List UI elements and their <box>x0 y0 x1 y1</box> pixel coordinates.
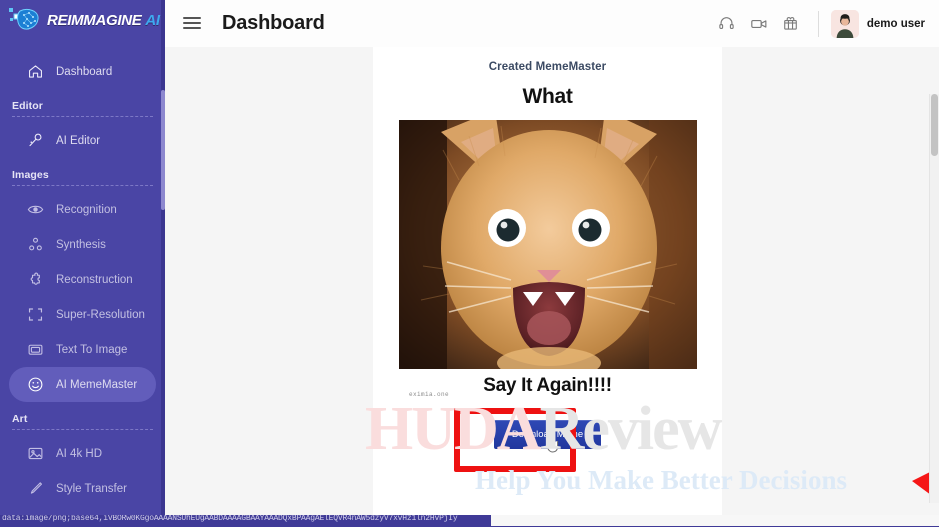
gift-shop-icon[interactable] <box>776 9 806 39</box>
sidebar-item-label: Super-Resolution <box>56 308 145 321</box>
sidebar-item-ai-4k-hd[interactable]: AI 4k HD <box>9 436 156 471</box>
meme-top-text: What <box>522 85 573 108</box>
sidebar-item-label: Recognition <box>56 203 117 216</box>
sidebar: REIMMAGINE AI Dashboard Editor AI Editor… <box>0 0 165 515</box>
sidebar-item-label: Synthesis <box>56 238 106 251</box>
puzzle-icon <box>30 272 40 285</box>
status-bar-filler <box>491 515 939 526</box>
sidebar-divider <box>12 429 153 430</box>
sidebar-nav: Dashboard Editor AI Editor Images Recogn… <box>0 40 165 506</box>
crop-frame-icon <box>28 308 43 321</box>
brain-network-icon <box>8 5 42 35</box>
top-header: Dashboard demo user <box>165 0 939 48</box>
video-camera-icon[interactable] <box>744 9 774 39</box>
sidebar-item-style-transfer[interactable]: Style Transfer <box>9 471 156 506</box>
image-stack-icon <box>28 344 43 355</box>
page-title: Dashboard <box>222 12 325 34</box>
sidebar-item-label: Dashboard <box>56 65 113 78</box>
sidebar-item-super-resolution[interactable]: Super-Resolution <box>9 297 156 332</box>
meme-source-watermark: eximia.one <box>409 391 450 398</box>
sidebar-item-reconstruction[interactable]: Reconstruction <box>9 262 156 297</box>
sidebar-item-ai-editor[interactable]: AI Editor <box>9 123 156 158</box>
brand-logo[interactable]: REIMMAGINE AI <box>0 0 165 40</box>
meme-card: Created MemeMaster What Say It Again!!!!… <box>373 47 722 515</box>
home-icon <box>28 65 43 78</box>
picture-icon <box>28 447 43 460</box>
page-scrollbar-track[interactable] <box>929 94 939 503</box>
magic-wand-icon <box>29 133 42 147</box>
user-name: demo user <box>866 17 925 30</box>
download-button-area: Download Meme <box>373 408 722 472</box>
browser-status-bar: data:image/png;base64,iVBORw0KGgoAAAANSU… <box>0 515 939 527</box>
sidebar-divider <box>12 116 153 117</box>
eye-icon <box>27 205 44 214</box>
brand-name-main: REIMMAGINE <box>47 11 142 29</box>
sidebar-item-text-to-image[interactable]: Text To Image <box>9 332 156 367</box>
app-root: REIMMAGINE AI Dashboard Editor AI Editor… <box>0 0 939 527</box>
hamburger-icon[interactable] <box>183 17 201 30</box>
sidebar-item-dashboard[interactable]: Dashboard <box>9 54 156 89</box>
sidebar-item-label: Text To Image <box>56 343 128 356</box>
brand-name: REIMMAGINE AI <box>47 12 160 29</box>
main-content: Created MemeMaster What Say It Again!!!!… <box>165 47 939 515</box>
sidebar-item-label: Reconstruction <box>56 273 133 286</box>
status-bar-url: data:image/png;base64,iVBORw0KGgoAAAANSU… <box>2 515 458 523</box>
sidebar-item-ai-mememaster[interactable]: AI MemeMaster <box>9 367 156 402</box>
sidebar-item-label: AI Editor <box>56 134 101 147</box>
sidebar-item-label: AI 4k HD <box>56 447 103 460</box>
smiley-face-icon <box>28 377 43 392</box>
sidebar-divider <box>12 185 153 186</box>
meme-image <box>399 120 697 369</box>
sidebar-group-editor: Editor <box>12 100 43 112</box>
header-divider <box>817 10 819 37</box>
meme-created-by: Created MemeMaster <box>488 61 607 73</box>
avatar[interactable] <box>830 9 859 38</box>
sidebar-item-label: Style Transfer <box>56 482 127 495</box>
sidebar-group-art: Art <box>12 413 28 425</box>
sidebar-item-synthesis[interactable]: Synthesis <box>9 227 156 262</box>
brand-name-accent: AI <box>145 11 160 29</box>
headset-support-icon[interactable] <box>712 9 742 39</box>
header-actions: demo user <box>710 9 939 39</box>
paint-brush-icon <box>30 482 43 494</box>
sidebar-group-images: Images <box>12 169 49 181</box>
sidebar-item-label: AI MemeMaster <box>56 378 138 391</box>
page-scrollbar-thumb[interactable] <box>931 94 938 156</box>
mouse-cursor-icon <box>546 436 559 453</box>
molecule-icon <box>29 237 42 251</box>
sidebar-item-recognition[interactable]: Recognition <box>9 192 156 227</box>
